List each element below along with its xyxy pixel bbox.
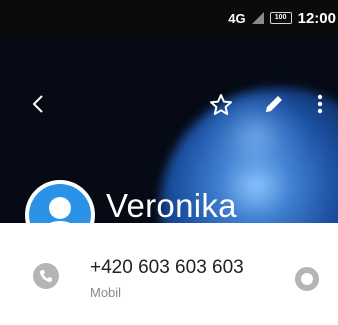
star-icon[interactable] <box>209 93 233 117</box>
pencil-icon[interactable] <box>262 92 286 116</box>
person-icon <box>29 184 91 223</box>
contact-name: Veronika <box>106 187 237 223</box>
phone-number[interactable]: +420 603 603 603 <box>90 257 244 279</box>
status-indicators: 4G 100 12:00 <box>228 8 336 28</box>
phone-icon[interactable] <box>33 263 59 289</box>
back-arrow-icon[interactable] <box>28 93 50 115</box>
more-vert-icon[interactable] <box>314 92 326 116</box>
phone-type-label: Mobil <box>90 285 122 300</box>
status-bar: 4G 100 12:00 <box>0 0 338 36</box>
contact-header: Veronika <box>0 36 338 223</box>
avatar <box>25 180 95 223</box>
contact-details: +420 603 603 603 Mobil <box>0 223 338 325</box>
network-indicator: 4G <box>228 10 246 26</box>
message-icon[interactable] <box>294 266 320 292</box>
battery-icon: 100 <box>269 12 292 24</box>
signal-icon <box>251 12 264 24</box>
clock: 12:00 <box>297 9 336 27</box>
